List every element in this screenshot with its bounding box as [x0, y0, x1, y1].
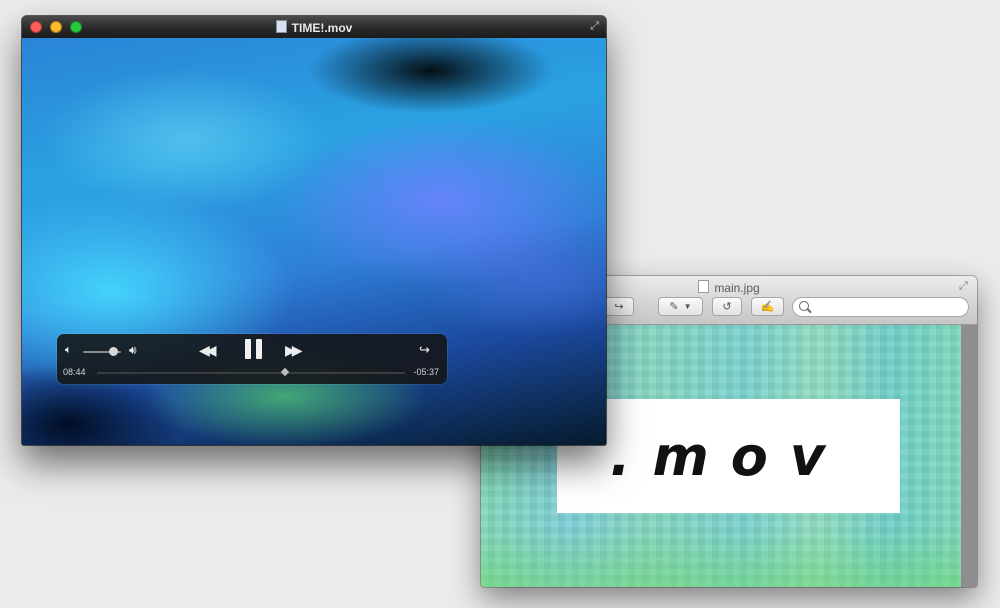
quicktime-titlebar[interactable]: TIME!.mov ⤢ [22, 16, 606, 38]
share-button[interactable]: ↪ [604, 297, 634, 316]
video-frame[interactable]: 🔈︎ 🔊︎ ◀◀ ▶▶ ↪ 08:44 -05:37 [22, 38, 606, 445]
document-icon [698, 280, 710, 293]
rotate-button[interactable]: ↺ [712, 297, 742, 316]
pause-icon [245, 339, 267, 363]
image-green-band [481, 527, 961, 587]
quicktime-window: TIME!.mov ⤢ 🔈︎ 🔊︎ ◀◀ ▶▶ ↪ 08:44 -05:37 [22, 16, 606, 445]
rotate-icon: ↺ [722, 301, 732, 313]
scrubber-bar[interactable] [97, 367, 405, 377]
pause-button[interactable] [245, 339, 267, 363]
movie-file-icon [275, 20, 287, 33]
image-text: .mov [609, 424, 848, 488]
share-icon: ↪ [419, 342, 430, 357]
rewind-icon: ◀◀ [199, 342, 216, 358]
fullscreen-icon[interactable]: ⤢ [590, 20, 599, 32]
markup-button[interactable]: ✎ ▼ [658, 297, 703, 316]
playback-controls: 🔈︎ 🔊︎ ◀◀ ▶▶ ↪ 08:44 -05:37 [57, 334, 447, 384]
quicktime-title: TIME!.mov [22, 20, 606, 35]
search-field[interactable] [792, 297, 969, 317]
playhead[interactable] [280, 367, 290, 377]
edit-button[interactable]: ✍ [751, 297, 784, 316]
share-icon: ↪ [614, 301, 624, 313]
share-button[interactable]: ↪ [419, 343, 430, 356]
fast-forward-icon: ▶▶ [285, 342, 302, 358]
volume-knob[interactable] [109, 347, 119, 356]
search-icon [799, 301, 809, 311]
remaining-time: -05:37 [413, 367, 439, 377]
speaker-low-icon[interactable]: 🔈︎ [65, 345, 72, 356]
image-text-box: .mov [557, 399, 900, 513]
fullscreen-icon[interactable]: ⤢ [959, 280, 971, 292]
speaker-high-icon[interactable]: 🔊︎ [129, 344, 137, 356]
quicktime-title-text: TIME!.mov [291, 21, 353, 35]
edit-icon: ✍ [760, 301, 775, 313]
markup-pen-icon: ✎ [669, 301, 679, 313]
rewind-button[interactable]: ◀◀ [199, 342, 216, 358]
elapsed-time: 08:44 [63, 367, 86, 377]
preview-title-text: main.jpg [714, 281, 760, 295]
fast-forward-button[interactable]: ▶▶ [285, 342, 302, 358]
volume-slider[interactable] [83, 347, 121, 356]
chevron-down-icon: ▼ [683, 302, 692, 311]
